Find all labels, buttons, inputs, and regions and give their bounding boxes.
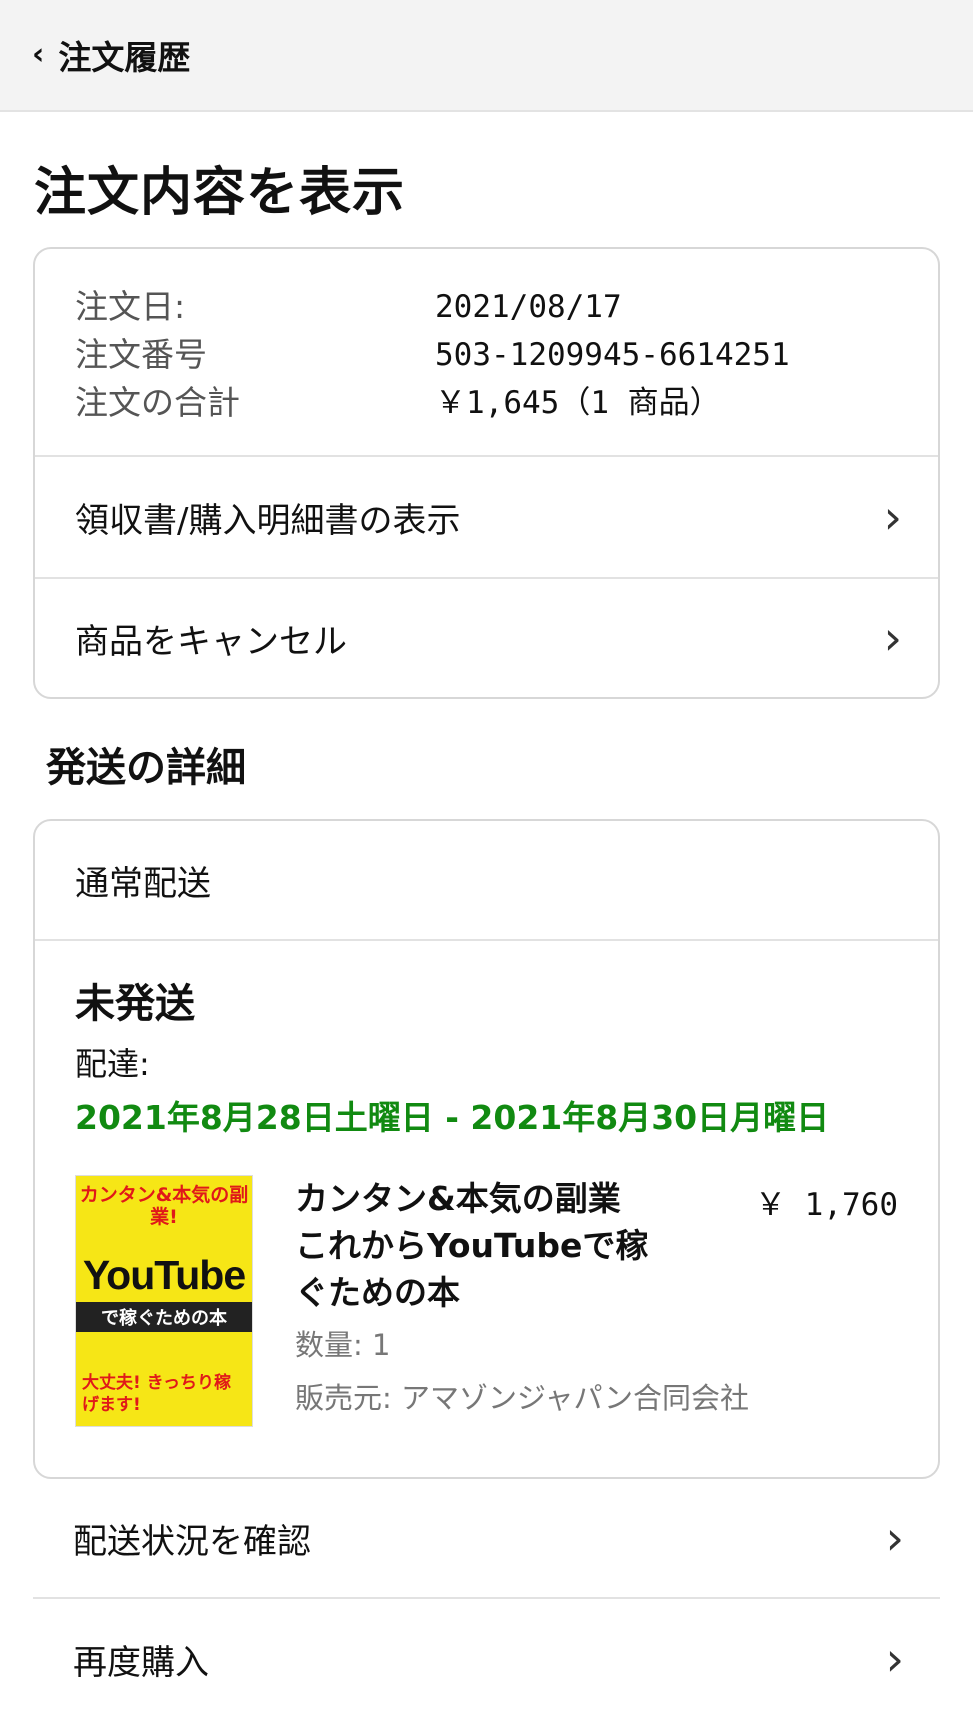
back-label: 注文履歴 — [58, 38, 191, 77]
item-seller: 販売元: アマゾンジャパン合同会社 — [295, 1381, 749, 1415]
order-total-row: 注文の合計 ￥1,645（1 商品） — [75, 379, 898, 427]
receipt-link[interactable]: 領収書/購入明細書の表示 › — [35, 457, 938, 577]
order-item: カンタン&本気の副業! YouTube で稼ぐための本 大丈夫! きっちり稼げま… — [75, 1175, 898, 1427]
track-package-link[interactable]: 配送状況を確認 › — [33, 1479, 940, 1599]
order-date-row: 注文日: 2021/08/17 — [75, 283, 898, 331]
chevron-right-icon: › — [883, 490, 902, 544]
chevron-left-icon: ‹ — [32, 37, 45, 72]
shipment-details: 未発送 配達: 2021年8月28日土曜日 - 2021年8月30日月曜日 カン… — [35, 941, 938, 1477]
buy-again-link[interactable]: 再度購入 › — [33, 1599, 940, 1719]
cover-bottom-text: 大丈夫! きっちり稼げます! — [82, 1373, 231, 1415]
shipping-section-title: 発送の詳細 — [46, 745, 246, 791]
order-total-value: ￥1,645（1 商品） — [435, 385, 721, 421]
shipping-method: 通常配送 — [35, 821, 938, 941]
item-info: カンタン&本気の副業 これからYouTubeで稼ぐための本 ￥ 1,760 数量… — [295, 1175, 898, 1427]
item-price: ￥ 1,760 — [755, 1187, 898, 1223]
track-package-label: 配送状況を確認 — [73, 1521, 311, 1562]
chevron-right-icon: › — [885, 1511, 904, 1565]
delivery-label: 配達: — [75, 1045, 150, 1083]
cover-top-text: カンタン&本気の副業! — [79, 1184, 249, 1228]
order-date-value: 2021/08/17 — [435, 289, 622, 325]
item-title[interactable]: カンタン&本気の副業 これからYouTubeで稼ぐための本 — [295, 1175, 665, 1316]
order-number-row: 注文番号 503-1209945-6614251 — [75, 331, 898, 379]
order-summary: 注文日: 2021/08/17 注文番号 503-1209945-6614251… — [35, 249, 938, 457]
chevron-right-icon: › — [883, 611, 902, 665]
item-head: カンタン&本気の副業 これからYouTubeで稼ぐための本 ￥ 1,760 — [295, 1175, 898, 1316]
top-bar: ‹ 注文履歴 — [0, 0, 973, 112]
back-button[interactable]: ‹ 注文履歴 — [32, 31, 190, 79]
page-title: 注文内容を表示 — [34, 163, 406, 223]
order-number-value: 503-1209945-6614251 — [435, 337, 790, 373]
cancel-item-link-label: 商品をキャンセル — [75, 621, 347, 662]
cover-main-text: YouTube — [82, 1252, 246, 1298]
delivery-date-range: 2021年8月28日土曜日 - 2021年8月30日月曜日 — [75, 1098, 830, 1137]
order-number-label: 注文番号 — [75, 335, 207, 374]
order-date-label: 注文日: — [75, 287, 186, 326]
cover-sub-text: で稼ぐための本 — [76, 1302, 252, 1332]
cancel-item-link[interactable]: 商品をキャンセル › — [35, 577, 938, 697]
book-cover-image[interactable]: カンタン&本気の副業! YouTube で稼ぐための本 大丈夫! きっちり稼げま… — [75, 1175, 253, 1427]
shipping-card: 通常配送 未発送 配達: 2021年8月28日土曜日 - 2021年8月30日月… — [33, 819, 940, 1479]
chevron-right-icon: › — [885, 1632, 904, 1686]
item-quantity: 数量: 1 — [295, 1328, 391, 1362]
shipment-status: 未発送 — [75, 981, 195, 1027]
receipt-link-label: 領収書/購入明細書の表示 — [75, 500, 461, 541]
order-total-label: 注文の合計 — [75, 383, 240, 422]
buy-again-label: 再度購入 — [73, 1642, 209, 1683]
bottom-links: 配送状況を確認 › 再度購入 › — [33, 1479, 940, 1719]
order-summary-card: 注文日: 2021/08/17 注文番号 503-1209945-6614251… — [33, 247, 940, 699]
